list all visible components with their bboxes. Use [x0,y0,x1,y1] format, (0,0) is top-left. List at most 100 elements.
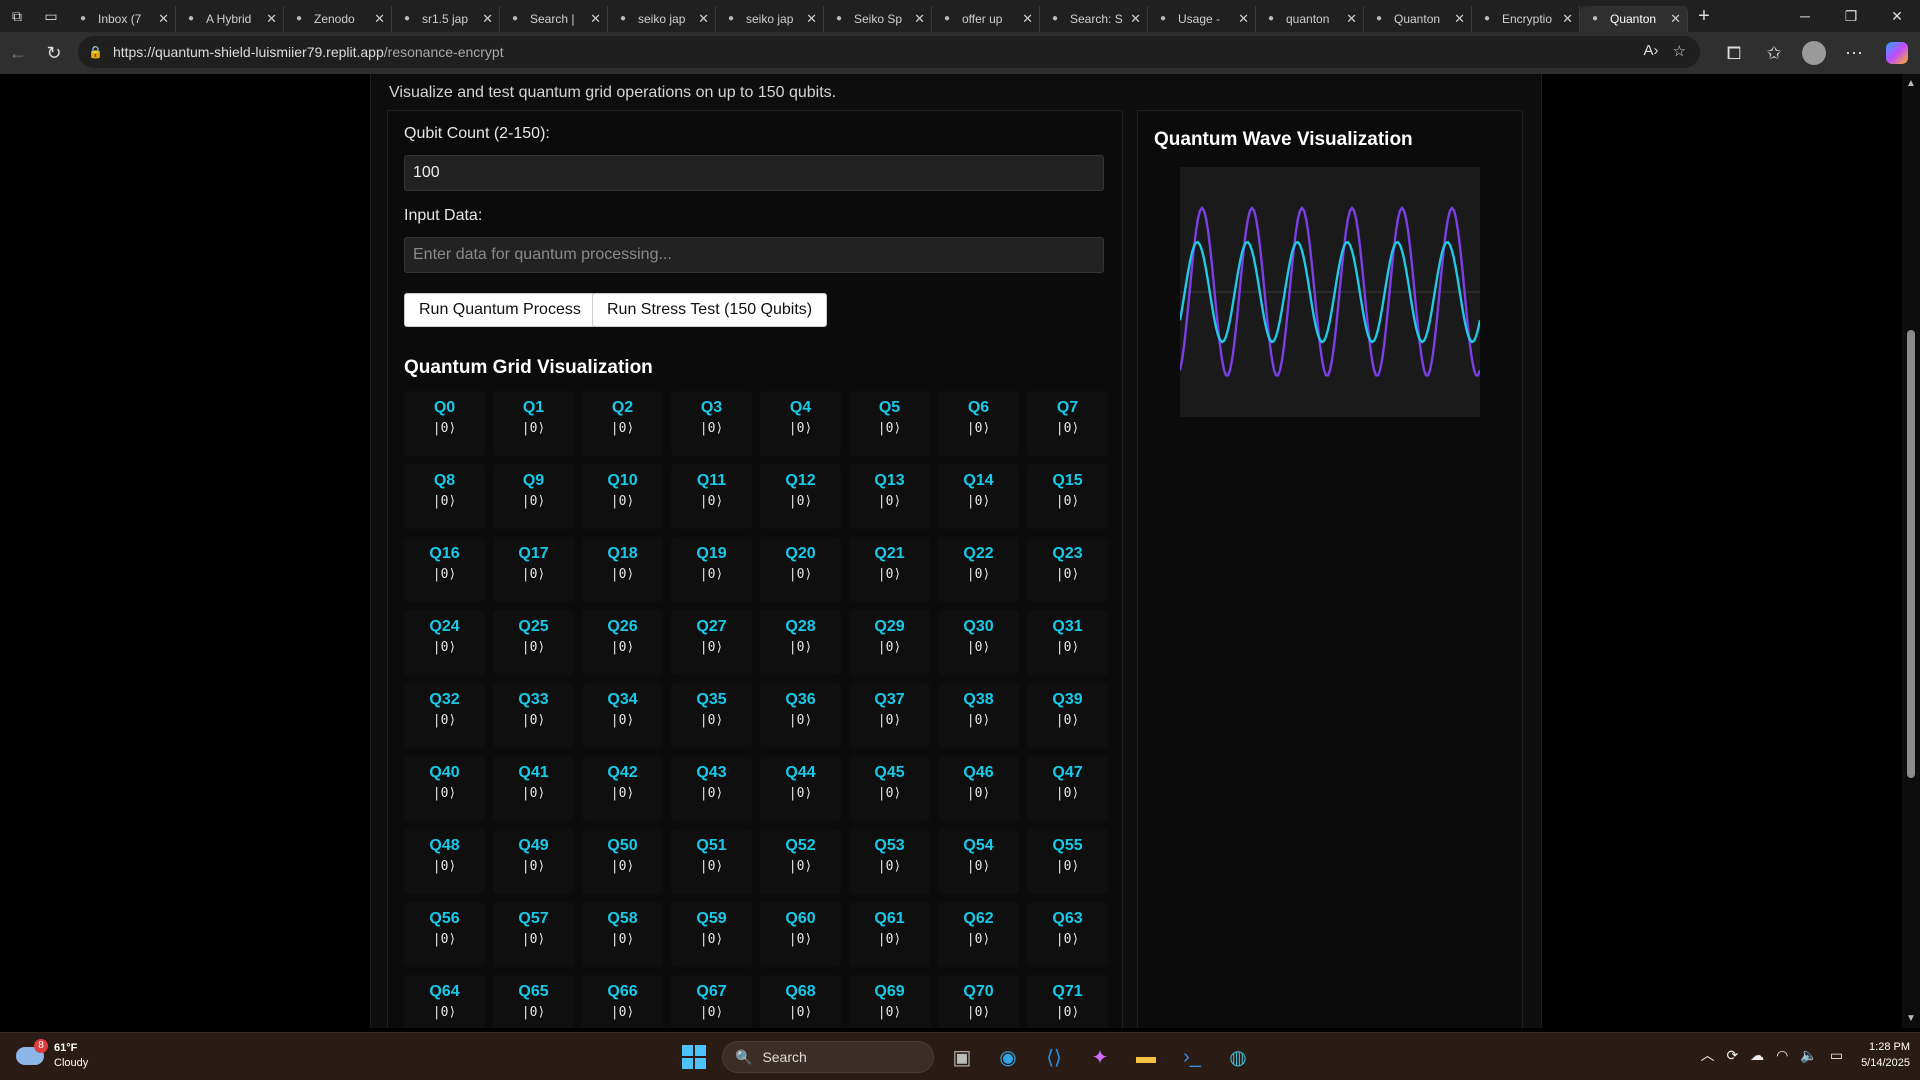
scroll-up-icon[interactable]: ▲ [1906,78,1916,89]
browser-tab[interactable]: ● Usage - ✕ [1148,6,1256,32]
qubit-cell: Q41 |0⟩ [493,756,574,821]
browser-tab[interactable]: ● Search: S ✕ [1040,6,1148,32]
volume-icon[interactable]: 🔈 [1800,1047,1817,1064]
run-quantum-process-button[interactable]: Run Quantum Process [404,293,596,327]
battery-icon[interactable]: ▭ [1830,1047,1843,1064]
qubit-label: Q2 [611,399,634,416]
close-icon[interactable]: ✕ [1130,11,1141,27]
file-explorer-icon[interactable]: ▬ [1128,1039,1164,1075]
restore-button[interactable]: ❐ [1828,0,1874,32]
browser-tab[interactable]: ● quanton ✕ [1256,6,1364,32]
close-icon[interactable]: ✕ [158,11,169,27]
qubit-label: Q54 [963,837,994,854]
qubit-cell: Q17 |0⟩ [493,537,574,602]
qubit-cell: Q60 |0⟩ [760,902,841,967]
globe-icon: ● [1375,13,1383,24]
weather-widget[interactable]: 8 61°F Cloudy [16,1039,88,1071]
qubit-cell: Q42 |0⟩ [582,756,663,821]
qubit-label: Q69 [874,983,905,1000]
close-icon[interactable]: ✕ [806,11,817,27]
browser-tab[interactable]: ● A Hybrid ✕ [176,6,284,32]
qubit-cell: Q23 |0⟩ [1027,537,1108,602]
qubit-cell: Q10 |0⟩ [582,464,663,529]
chevron-up-icon[interactable]: ︿ [1700,1045,1714,1065]
browser-tab[interactable]: ● Quanton ✕ [1580,6,1688,32]
onedrive-icon[interactable]: ☁ [1750,1047,1764,1064]
close-icon[interactable]: ✕ [1670,11,1681,27]
favorites-icon[interactable]: ✩ [1754,36,1794,70]
close-icon[interactable]: ✕ [374,11,385,27]
tab-title: seiko jap [746,12,794,26]
edge-browser-icon[interactable]: ◉ [990,1039,1026,1075]
vscode-icon[interactable]: ⟨⟩ [1036,1039,1072,1075]
browser-tab[interactable]: ● offer up ✕ [932,6,1040,32]
qubit-cell: Q18 |0⟩ [582,537,663,602]
scroll-down-icon[interactable]: ▼ [1906,1013,1916,1024]
qubit-state: |0⟩ [788,421,813,436]
extensions-icon[interactable]: ⧠ [1714,36,1754,70]
qubit-state: |0⟩ [788,786,813,801]
browser-tab[interactable]: ● seiko jap ✕ [716,6,824,32]
copilot-app-icon[interactable]: ✦ [1082,1039,1118,1075]
close-icon[interactable]: ✕ [1022,11,1033,27]
qubit-label: Q50 [607,837,638,854]
qubit-label: Q70 [963,983,994,1000]
close-icon[interactable]: ✕ [1562,11,1573,27]
close-icon[interactable]: ✕ [1454,11,1465,27]
address-bar[interactable]: 🔒 https://quantum-shield-luismiier79.rep… [78,36,1700,68]
qubit-label: Q48 [429,837,460,854]
refresh-button[interactable]: ↻ [36,36,72,70]
scrollbar-thumb[interactable] [1907,330,1915,778]
profile-avatar[interactable] [1802,41,1826,65]
more-menu-icon[interactable]: ⋯ [1834,36,1874,70]
copilot-icon[interactable] [1886,42,1908,64]
sync-icon[interactable]: ⟳ [1726,1047,1738,1064]
qubit-cell: Q40 |0⟩ [404,756,485,821]
browser-tab[interactable]: ● sr1.5 jap ✕ [392,6,500,32]
qubit-label: Q43 [696,764,727,781]
favorite-star-icon[interactable]: ☆ [1673,42,1686,60]
browser-tab[interactable]: ● Quanton ✕ [1364,6,1472,32]
tab-actions-icon[interactable]: ▭ [34,0,68,32]
start-button[interactable] [676,1039,712,1075]
workspaces-icon[interactable]: ⧉ [0,0,34,32]
close-icon[interactable]: ✕ [698,11,709,27]
back-button[interactable]: ← [0,36,36,70]
close-icon[interactable]: ✕ [1346,11,1357,27]
qubit-label: Q58 [607,910,638,927]
close-icon[interactable]: ✕ [914,11,925,27]
minimize-button[interactable]: ─ [1782,0,1828,32]
qubit-state: |0⟩ [610,494,635,509]
browser-tab[interactable]: ● Inbox (7 ✕ [68,6,176,32]
close-icon[interactable]: ✕ [590,11,601,27]
browser-tab[interactable]: ● Encryptio ✕ [1472,6,1580,32]
taskbar-search[interactable]: 🔍 Search [722,1041,934,1073]
browser-tab[interactable]: ● Search | ✕ [500,6,608,32]
globe-app-icon[interactable]: ◍ [1220,1039,1256,1075]
qubit-label: Q35 [696,691,727,708]
qubit-label: Q31 [1052,618,1083,635]
qubit-state: |0⟩ [699,786,724,801]
wifi-icon[interactable]: ◠ [1776,1047,1788,1064]
close-icon[interactable]: ✕ [266,11,277,27]
app-icon: ● [1483,13,1491,24]
taskbar-clock[interactable]: 1:28 PM 5/14/2025 [1861,1039,1910,1071]
qubit-label: Q46 [963,764,994,781]
page-scrollbar[interactable]: ▲ ▼ [1902,74,1920,1028]
close-icon[interactable]: ✕ [482,11,493,27]
terminal-icon[interactable]: ›_ [1174,1039,1210,1075]
tab-title: Search | [530,12,575,26]
read-aloud-icon[interactable]: A› [1644,42,1659,60]
browser-tab[interactable]: ● Zenodo ✕ [284,6,392,32]
task-view-icon[interactable]: ▣ [944,1039,980,1075]
close-icon[interactable]: ✕ [1238,11,1249,27]
close-window-button[interactable]: ✕ [1874,0,1920,32]
qubit-cell: Q50 |0⟩ [582,829,663,894]
qubit-count-input[interactable] [404,155,1104,191]
browser-tab[interactable]: ● Seiko Sp ✕ [824,6,932,32]
gmail-icon: ● [79,13,87,24]
run-stress-test-button[interactable]: Run Stress Test (150 Qubits) [592,293,828,327]
new-tab-button[interactable]: + [1688,0,1720,32]
browser-tab[interactable]: ● seiko jap ✕ [608,6,716,32]
input-data-field[interactable] [404,237,1104,273]
